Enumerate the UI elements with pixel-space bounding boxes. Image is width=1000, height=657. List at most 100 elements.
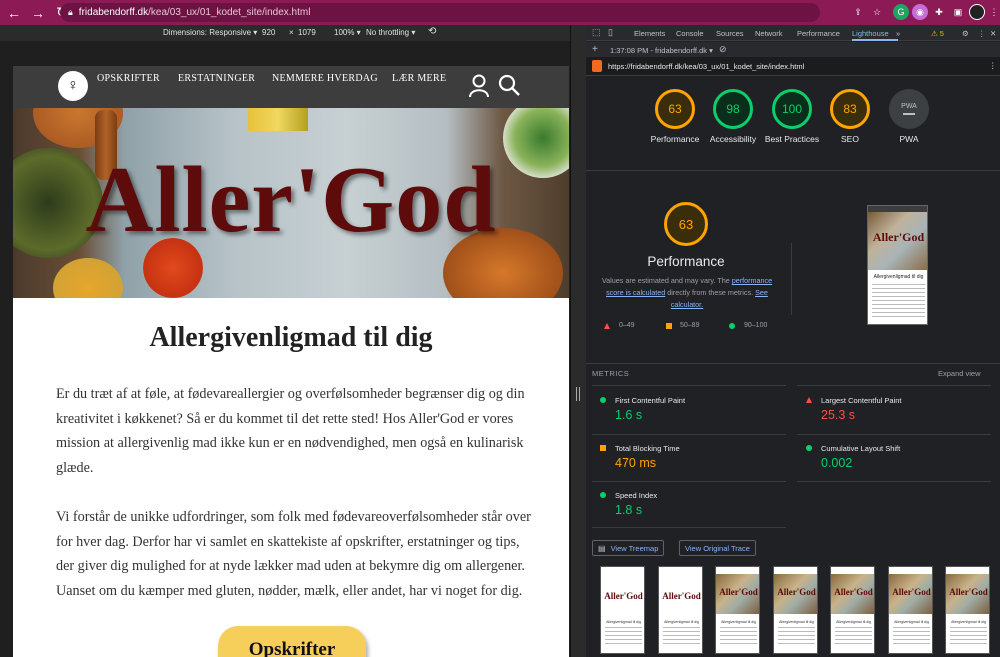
star-icon[interactable]: ☆	[869, 4, 885, 20]
nav-laer-mere[interactable]: LÆR MERE	[392, 73, 446, 84]
tab-network[interactable]: Network	[755, 29, 783, 38]
separator	[797, 434, 991, 435]
active-tab-indicator	[852, 39, 898, 41]
page-heading: Allergivenligmad til dig	[149, 322, 433, 353]
filmstrip-frame: Aller'God Allergivenligmad til dig	[945, 566, 990, 654]
frame-text	[720, 627, 757, 647]
lcp-status-icon	[806, 397, 812, 403]
share-icon[interactable]: ⇪	[850, 4, 866, 20]
frame-text	[893, 627, 930, 647]
frame-title: Aller'God	[892, 587, 931, 597]
metric-tbt-value: 470 ms	[615, 456, 656, 470]
metric-tbt-title: Total Blocking Time	[615, 444, 680, 453]
frame-text	[605, 627, 642, 647]
frame-heading: Allergivenligmad til dig	[721, 620, 756, 624]
gauge-pwa[interactable]: PWA	[889, 89, 929, 129]
metric-cls-title: Cumulative Layout Shift	[821, 444, 901, 453]
width-input[interactable]: 920	[262, 28, 275, 37]
metric-lcp-value: 25.3 s	[821, 408, 856, 422]
metric-fcp-value: 1.6 s	[615, 408, 643, 422]
height-input[interactable]: 1079	[298, 28, 316, 37]
gauge-best-practices-label: Best Practices	[764, 134, 820, 144]
lock-icon: 🔒︎	[68, 7, 73, 17]
tabs-overflow-icon[interactable]: »	[896, 29, 900, 38]
screenshot-title: Aller'God	[872, 230, 925, 244]
view-treemap-label: View Treemap	[610, 543, 659, 553]
gauge-best-practices[interactable]: 100	[772, 89, 812, 129]
avatar[interactable]	[969, 4, 985, 20]
separator	[797, 481, 991, 482]
user-icon[interactable]	[468, 74, 490, 98]
clear-icon[interactable]: ⊘	[719, 44, 727, 55]
sidebar-icon[interactable]: ▣	[950, 4, 966, 20]
frame-text	[663, 627, 700, 647]
frame-title: Aller'God	[949, 587, 988, 597]
recipes-cta-button[interactable]: Opskrifter	[218, 626, 366, 657]
puzzle-icon[interactable]: ✚	[931, 4, 947, 20]
view-treemap-button[interactable]: ▤ View Treemap	[592, 540, 665, 556]
tab-lighthouse[interactable]: Lighthouse	[852, 29, 889, 38]
grammarly-extension-icon[interactable]: G	[893, 4, 909, 20]
metric-fcp-title: First Contentful Paint	[615, 396, 686, 405]
devtools-tabs: ⬚ ▯ Elements Console Sources Network Per…	[586, 25, 1000, 41]
zoom-select[interactable]: 100% ▾	[334, 28, 361, 37]
frame-text	[950, 627, 987, 647]
separator	[592, 527, 786, 528]
url-domain: fridabendorff.dk	[78, 7, 149, 18]
report-url-bar: https://fridabendorff.dk/kea/03_ux/01_ko…	[586, 57, 1000, 76]
nav-erstatninger[interactable]: ERSTATNINGER	[178, 73, 255, 84]
settings-icon[interactable]: ⚙	[962, 29, 969, 38]
performance-score-gauge: 63	[664, 202, 708, 246]
tab-console[interactable]: Console	[676, 29, 704, 38]
gauge-accessibility-label: Accessibility	[709, 134, 757, 144]
performance-title: Performance	[647, 254, 725, 269]
gauge-seo[interactable]: 83	[830, 89, 870, 129]
lighthouse-toolbar: + 1:37:08 PM - fridabendorff.dk ▾ ⊘	[586, 42, 1000, 57]
nav-nemmere-hverdag[interactable]: NEMMERE HVERDAG	[272, 73, 378, 84]
gauge-accessibility[interactable]: 98	[713, 89, 753, 129]
hero-image: Aller'God	[13, 108, 569, 298]
throttle-select[interactable]: No throttling ▾	[366, 28, 415, 37]
warnings-badge[interactable]: ⚠ 5	[931, 29, 944, 38]
search-icon[interactable]	[497, 73, 521, 97]
treemap-icon: ▤	[598, 543, 606, 553]
address-bar[interactable]: 🔒︎ fridabendorff.dk/kea/03_ux/01_kodet_s…	[60, 3, 820, 22]
rotate-icon[interactable]: ⟲	[428, 26, 436, 37]
legend-poor: 0–49	[619, 322, 635, 329]
site-navigation: ♀ OPSKRIFTER ERSTATNINGER NEMMERE HVERDA…	[13, 66, 569, 108]
legend-poor-icon	[604, 323, 610, 329]
new-report-icon[interactable]: +	[592, 44, 598, 55]
more-icon[interactable]: ⋮	[978, 29, 986, 38]
site-logo[interactable]: ♀	[58, 71, 88, 101]
dimensions-select[interactable]: Dimensions: Responsive ▾	[163, 28, 257, 37]
view-original-trace-button[interactable]: View Original Trace	[679, 540, 756, 556]
gauge-performance-label: Performance	[650, 134, 700, 144]
resize-handle-icon[interactable]	[576, 387, 580, 401]
tab-sources[interactable]: Sources	[716, 29, 744, 38]
report-url[interactable]: https://fridabendorff.dk/kea/03_ux/01_ko…	[608, 62, 804, 71]
menu-icon[interactable]: ⋮	[986, 4, 1000, 20]
expand-view-toggle[interactable]: Expand view	[938, 369, 981, 378]
nav-opskrifter[interactable]: OPSKRIFTER	[97, 73, 160, 84]
second-paragraph: Vi forstår de unikke udfordringer, som f…	[56, 509, 531, 599]
frame-title: Aller'God	[777, 587, 816, 597]
frame-title: Aller'God	[719, 587, 758, 597]
separator	[797, 385, 991, 386]
close-icon[interactable]: ✕	[990, 29, 996, 38]
gauge-performance[interactable]: 63	[655, 89, 695, 129]
final-screenshot[interactable]: Aller'God Allergivenligmad til dig	[867, 205, 928, 325]
url-path: /kea/03_ux/01_kodet_site/index.html	[148, 7, 311, 18]
tab-elements[interactable]: Elements	[634, 29, 665, 38]
report-menu-icon[interactable]: ⋮	[989, 61, 997, 70]
screenshot-heading: Allergivenligmad til dig	[873, 274, 924, 280]
panel-divider[interactable]	[570, 25, 586, 657]
report-session-select[interactable]: 1:37:08 PM - fridabendorff.dk ▾	[610, 46, 713, 55]
back-arrow-icon[interactable]: ←	[4, 3, 24, 23]
forward-arrow-icon[interactable]: →	[28, 3, 48, 23]
tab-performance[interactable]: Performance	[797, 29, 840, 38]
times-sign: ×	[289, 28, 294, 37]
inspect-icon[interactable]: ⬚	[592, 27, 601, 38]
device-toggle-icon[interactable]: ▯	[608, 27, 613, 38]
filmstrip-frame: Aller'God Allergivenligmad til dig	[715, 566, 760, 654]
extension-icon[interactable]: ◉	[912, 4, 928, 20]
